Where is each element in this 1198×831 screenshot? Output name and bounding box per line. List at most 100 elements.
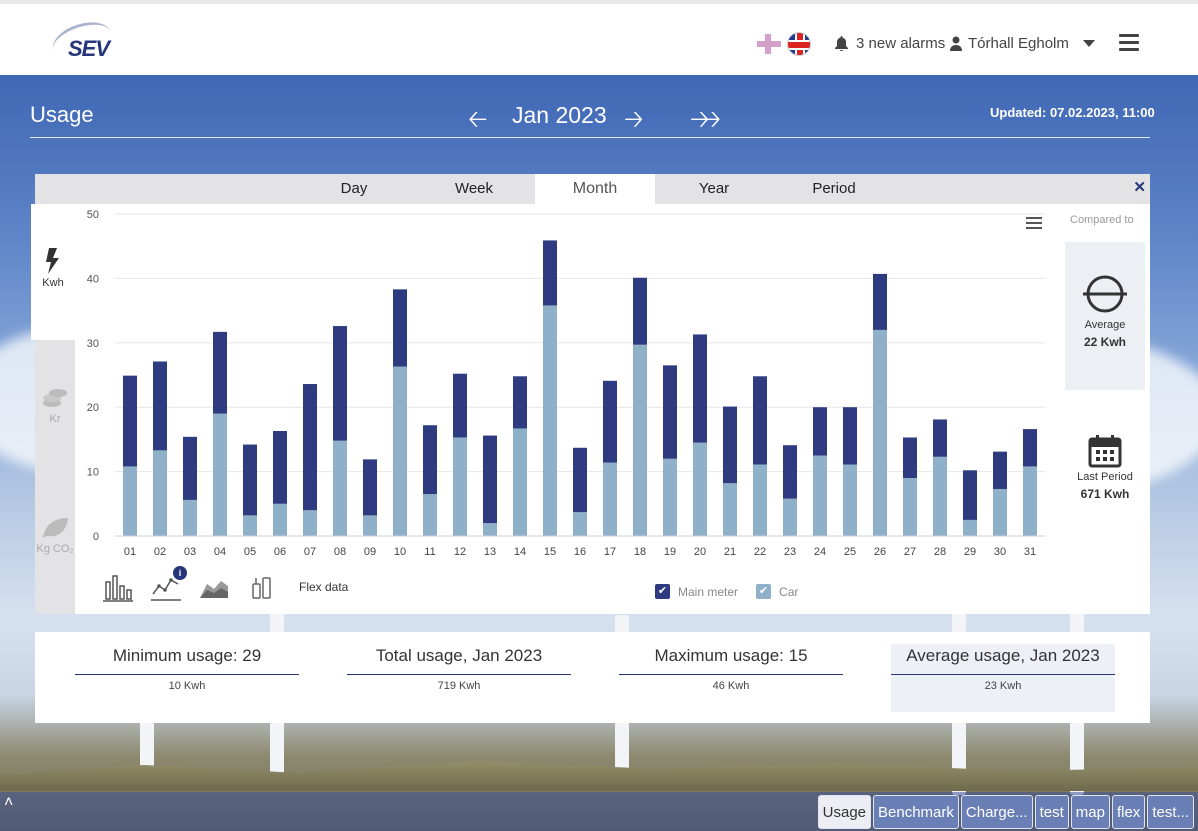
bottom-tab-usage[interactable]: Usage bbox=[817, 795, 872, 829]
bottom-tab-flex[interactable]: flex bbox=[1111, 795, 1146, 829]
bar-car bbox=[933, 456, 947, 536]
bottom-tab-map[interactable]: map bbox=[1070, 795, 1110, 829]
x-tick-label: 01 bbox=[124, 546, 136, 558]
unit-kwh[interactable]: Kwh bbox=[31, 204, 75, 340]
x-tick-label: 17 bbox=[604, 546, 616, 558]
y-tick-label: 30 bbox=[87, 338, 99, 350]
bar-main-meter bbox=[483, 435, 497, 524]
legend-main-meter[interactable]: ✔ Main meter bbox=[655, 584, 738, 599]
x-tick-label: 12 bbox=[454, 546, 466, 558]
unit-kr[interactable]: Kr bbox=[35, 386, 75, 425]
chart-menu-icon[interactable] bbox=[1026, 217, 1042, 231]
area-chart-type-icon[interactable] bbox=[199, 572, 229, 602]
faroese-flag-icon[interactable] bbox=[757, 32, 781, 56]
y-tick-label: 40 bbox=[87, 273, 99, 285]
main-menu-icon[interactable] bbox=[1119, 34, 1139, 52]
tab-day[interactable]: Day bbox=[294, 174, 414, 204]
alarms-link[interactable]: 3 new alarms bbox=[835, 35, 945, 52]
x-tick-label: 30 bbox=[994, 546, 1006, 558]
bar-main-meter bbox=[153, 361, 167, 451]
unit-co2[interactable]: Kg CO₂ bbox=[35, 516, 75, 555]
bar-car bbox=[753, 464, 767, 536]
bar-main-meter bbox=[783, 445, 797, 499]
info-icon[interactable]: i bbox=[173, 566, 187, 580]
chevron-up-icon[interactable]: ˄ bbox=[4, 794, 13, 812]
x-tick-label: 09 bbox=[364, 546, 376, 558]
unit-tabs: Kwh Kr Kg CO₂ bbox=[31, 204, 75, 614]
chart-type-selector: i Flex data bbox=[103, 566, 348, 602]
bar-car bbox=[483, 523, 497, 536]
usage-bar-chart: 0 10 20 30 40 50 01 02 03 04 05 06 07 08 09 10 11 12 13 14 1… bbox=[87, 209, 1045, 558]
bar-car bbox=[453, 437, 467, 536]
y-tick-label: 10 bbox=[87, 467, 99, 479]
lightning-icon bbox=[46, 248, 59, 274]
average-value: 22 Kwh bbox=[1083, 335, 1126, 349]
line-chart-type-icon[interactable]: i bbox=[151, 566, 187, 602]
bar-main-meter bbox=[663, 365, 677, 459]
bar-car bbox=[123, 466, 137, 536]
bar-main-meter bbox=[633, 277, 647, 345]
tab-year[interactable]: Year bbox=[654, 174, 774, 204]
top-bar: SEV 3 new alarms Tórhall Egholm bbox=[0, 0, 1198, 75]
user-icon bbox=[950, 36, 962, 51]
flex-data-icon[interactable] bbox=[247, 572, 277, 602]
bar-car bbox=[273, 503, 287, 536]
sev-logo[interactable]: SEV bbox=[48, 15, 116, 67]
period-label: Jan 2023 bbox=[512, 102, 607, 128]
tab-period[interactable]: Period bbox=[774, 174, 894, 204]
x-tick-label: 19 bbox=[664, 546, 676, 558]
legend-car[interactable]: ✔ Car bbox=[756, 584, 798, 599]
last-period-label: Last Period bbox=[1077, 471, 1133, 483]
bar-car bbox=[333, 440, 347, 536]
bar-chart-type-icon[interactable] bbox=[103, 572, 133, 602]
last-period-value: 671 Kwh bbox=[1080, 487, 1130, 501]
unit-kr-label: Kr bbox=[49, 413, 61, 425]
bar-main-meter bbox=[273, 431, 287, 504]
stat-minimum-label: Minimum usage: 29 bbox=[75, 644, 299, 675]
bar-main-meter bbox=[933, 419, 947, 457]
bar-main-meter bbox=[183, 436, 197, 500]
bar-main-meter bbox=[993, 451, 1007, 489]
x-tick-label: 13 bbox=[484, 546, 496, 558]
bottom-tab-charge[interactable]: Charge... bbox=[960, 795, 1033, 829]
bar-car bbox=[633, 344, 647, 536]
bar-car bbox=[183, 499, 197, 536]
uk-flag-icon[interactable] bbox=[787, 32, 811, 56]
average-label: Average bbox=[1084, 319, 1126, 331]
unit-kwh-label: Kwh bbox=[42, 277, 64, 289]
tab-month[interactable]: Month bbox=[535, 174, 655, 204]
bar-main-meter bbox=[723, 406, 737, 484]
bottom-tab-benchmark[interactable]: Benchmark bbox=[873, 795, 959, 829]
y-tick-label: 50 bbox=[87, 209, 99, 221]
bottom-tab-test-2[interactable]: test... bbox=[1147, 795, 1194, 829]
bar-main-meter bbox=[303, 384, 317, 511]
bar-main-meter bbox=[573, 447, 587, 513]
stat-average-label: Average usage, Jan 2023 bbox=[891, 644, 1115, 675]
compare-last-period[interactable]: Last Period 671 Kwh bbox=[1065, 418, 1145, 566]
chart-legend: ✔ Main meter ✔ Car bbox=[655, 584, 798, 599]
bar-main-meter bbox=[873, 273, 887, 330]
compare-average[interactable]: Average 22 Kwh bbox=[1065, 242, 1145, 390]
calendar-icon bbox=[1088, 435, 1122, 468]
bar-car bbox=[213, 413, 227, 536]
close-icon[interactable]: ✕ bbox=[1133, 178, 1146, 196]
tab-week[interactable]: Week bbox=[414, 174, 534, 204]
chart-panel: Day Week Month Year Period ✕ Kwh Kr Kg C… bbox=[31, 174, 1150, 614]
bar-car bbox=[873, 329, 887, 536]
checkbox-checked-icon: ✔ bbox=[756, 584, 772, 599]
x-tick-label: 04 bbox=[214, 546, 226, 558]
flex-data-label[interactable]: Flex data bbox=[299, 580, 348, 594]
x-tick-label: 25 bbox=[844, 546, 856, 558]
bar-main-meter bbox=[123, 375, 137, 467]
y-tick-label: 0 bbox=[93, 531, 99, 543]
bottom-tab-test[interactable]: test bbox=[1034, 795, 1069, 829]
bar-car bbox=[603, 462, 617, 536]
stat-total: Total usage, Jan 2023 719 Kwh bbox=[347, 644, 571, 712]
user-menu[interactable]: Tórhall Egholm bbox=[950, 35, 1095, 52]
bar-car bbox=[153, 450, 167, 536]
period-tabs: Day Week Month Year Period ✕ bbox=[35, 174, 1150, 204]
legend-main-meter-label: Main meter bbox=[678, 584, 739, 599]
bell-icon bbox=[835, 36, 848, 51]
x-tick-label: 16 bbox=[574, 546, 586, 558]
bar-car bbox=[723, 483, 737, 536]
